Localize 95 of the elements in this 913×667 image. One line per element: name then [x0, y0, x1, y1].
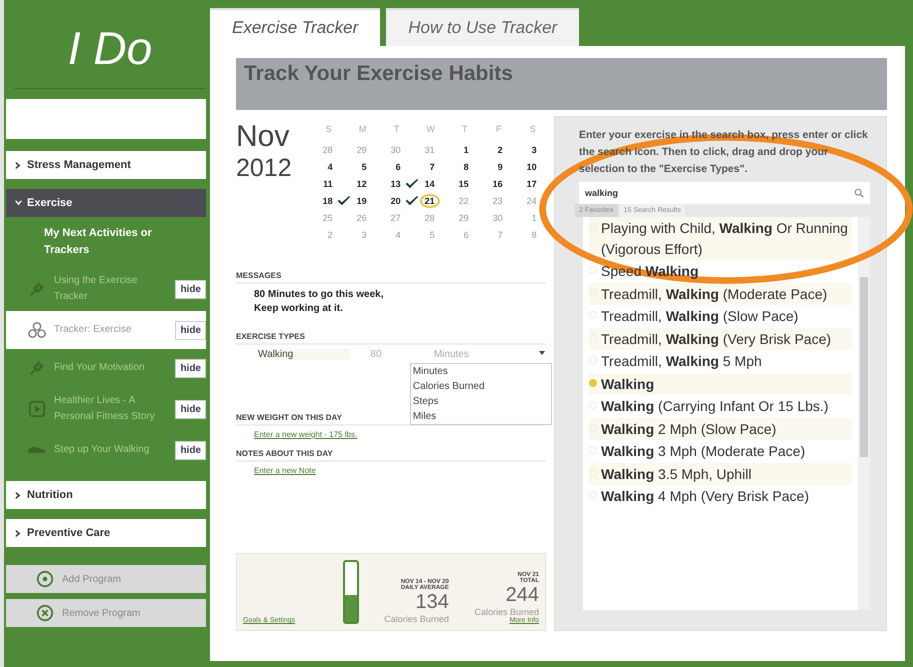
- pin-icon: [28, 359, 46, 377]
- result-item[interactable]: Walking 3 Mph (Moderate Pace): [601, 441, 806, 462]
- sidebar-section[interactable]: Preventive Care: [6, 519, 206, 547]
- note-link[interactable]: Enter a new Note: [236, 462, 546, 479]
- calendar-day[interactable]: 11: [318, 176, 338, 190]
- activity-label: Find Your Motivation: [54, 361, 146, 375]
- weekday-label: T: [460, 124, 468, 136]
- hide-button[interactable]: hide: [175, 280, 206, 298]
- stat-value: 244: [506, 584, 540, 607]
- calendar-day[interactable]: 5: [356, 160, 372, 174]
- hide-button[interactable]: hide: [175, 320, 206, 340]
- option-item[interactable]: Calories Burned: [410, 379, 551, 394]
- section-heading: EXERCISE TYPES: [236, 332, 546, 345]
- plus-circle-icon: [36, 570, 54, 588]
- section-heading: NOTES ABOUT THIS DAY: [236, 449, 546, 462]
- weekday-label: M: [358, 124, 368, 136]
- result-item[interactable]: Walking 4 Mph (Very Brisk Pace): [601, 486, 809, 506]
- x-circle-icon: [36, 604, 54, 622]
- calendar-day[interactable]: 17: [522, 176, 542, 190]
- message-text: 80 Minutes to go this week,: [254, 288, 384, 302]
- chevron-icon: [14, 490, 23, 500]
- calendar-day[interactable]: 14: [420, 176, 440, 190]
- option-item[interactable]: Minutes: [410, 364, 551, 379]
- calendar-day[interactable]: 19: [352, 194, 372, 208]
- weekday-label: S: [528, 124, 537, 136]
- chevron-icon: [14, 198, 23, 208]
- play-icon: [28, 400, 46, 418]
- result-item[interactable]: Walking: [601, 374, 654, 394]
- calendar-day[interactable]: 1: [458, 142, 474, 156]
- exercise-name: Walking: [258, 349, 350, 360]
- search-field[interactable]: walking: [579, 182, 870, 204]
- sidebar-section[interactable]: Nutrition: [6, 481, 206, 509]
- month-label: Nov: [236, 120, 290, 154]
- calendar-day[interactable]: 13: [386, 176, 406, 190]
- section-heading: MESSAGES: [236, 271, 546, 284]
- shoe-icon: [28, 446, 46, 454]
- page-title: Track Your Exercise Habits: [244, 62, 513, 85]
- activity-item[interactable]: Healthier Lives - A Personal Fitness Story hide: [14, 387, 206, 431]
- calendar-day[interactable]: 2: [492, 142, 508, 156]
- hide-button[interactable]: hide: [175, 440, 206, 460]
- logo-text: I Do: [68, 21, 152, 75]
- activity-item[interactable]: Step up Your Walking hide: [14, 431, 206, 469]
- activity-item[interactable]: Find Your Motivation hide: [14, 349, 206, 387]
- section-heading: My Next Activities or Trackers: [43, 226, 153, 258]
- weekday-label: S: [324, 124, 333, 136]
- calendar-day[interactable]: 16: [488, 176, 508, 190]
- calendar-day[interactable]: 21: [420, 194, 440, 208]
- checkmark-icon: [404, 178, 419, 188]
- triangle-circles-icon: [28, 321, 46, 339]
- pin-icon: [28, 280, 46, 298]
- year-label: 2012: [236, 154, 292, 183]
- calendar-day[interactable]: 8: [458, 160, 474, 174]
- sidebar-section[interactable]: Stress Management: [6, 151, 206, 179]
- chevron-icon: [14, 160, 23, 170]
- chevron-icon: [14, 528, 23, 538]
- activity-item[interactable]: Tracker: Exercise hide: [6, 311, 206, 349]
- calendar-day[interactable]: 12: [352, 176, 372, 190]
- activity-label: Tracker: Exercise: [54, 323, 132, 337]
- calendar-day[interactable]: 4: [322, 160, 338, 174]
- calendar-day[interactable]: 15: [454, 176, 474, 190]
- checkmark-icon: [404, 196, 419, 206]
- option-item[interactable]: Miles: [410, 409, 551, 424]
- calendar-day[interactable]: 6: [390, 160, 406, 174]
- dropdown-arrow-icon: [538, 349, 546, 357]
- activity-label: Step up Your Walking: [54, 443, 150, 457]
- message-text: Keep working at it.: [254, 302, 344, 316]
- option-item[interactable]: Steps: [410, 394, 551, 409]
- stat-value: 134: [415, 591, 449, 614]
- stat-unit: Calories Burned: [474, 607, 540, 617]
- stat-unit: Calories Burned: [384, 614, 449, 624]
- activity-item[interactable]: Using the Exercise Tracker hide: [14, 267, 206, 311]
- search-icon: [854, 188, 864, 198]
- calendar-day[interactable]: 9: [492, 160, 508, 174]
- checkmark-icon: [336, 196, 351, 206]
- calendar-day[interactable]: 20: [386, 194, 406, 208]
- weekday-label: T: [392, 124, 400, 136]
- sidebar-section[interactable]: Exercise: [6, 189, 206, 217]
- activity-label: Using the Exercise Tracker: [54, 274, 138, 304]
- result-item[interactable]: Treadmill, Walking 5 Mph: [601, 351, 762, 372]
- result-item[interactable]: Walking (Carrying Infant Or 15 Lbs.): [601, 396, 828, 416]
- activity-label: Healthier Lives - A Personal Fitness Story: [54, 394, 156, 424]
- calendar-day[interactable]: 18: [318, 194, 338, 208]
- tab[interactable]: How to Use Tracker: [386, 8, 580, 46]
- calendar-day[interactable]: 10: [522, 160, 542, 174]
- calendar-day[interactable]: 7: [424, 160, 440, 174]
- result-item[interactable]: Treadmill, Walking (Slow Pace): [601, 306, 798, 326]
- weight-link[interactable]: Enter a new weight - 175 lbs.: [236, 426, 546, 443]
- tab[interactable]: Exercise Tracker: [210, 8, 380, 46]
- weekday-label: F: [494, 124, 502, 136]
- weekday-label: W: [425, 124, 436, 136]
- radio-dot[interactable]: [589, 378, 597, 386]
- calendar-day[interactable]: 3: [526, 142, 542, 156]
- hide-button[interactable]: hide: [175, 400, 206, 418]
- hide-button[interactable]: hide: [175, 358, 206, 378]
- scrollbar[interactable]: [858, 217, 870, 610]
